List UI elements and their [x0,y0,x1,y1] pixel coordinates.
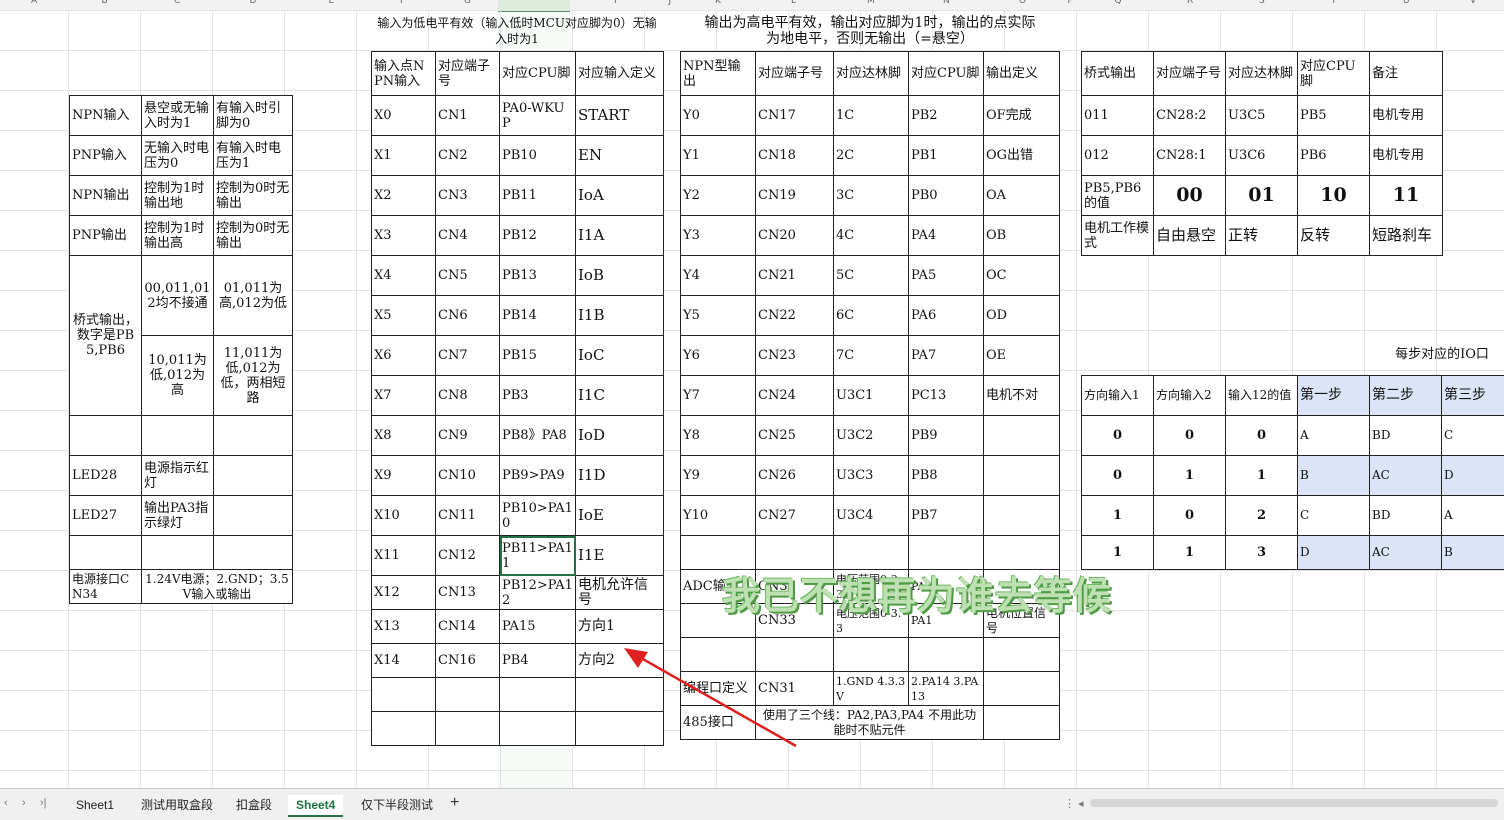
add-sheet-icon[interactable]: + [450,794,459,812]
last-sheet-icon[interactable]: ›| [40,797,47,809]
scroll-left-icon[interactable]: ⋮ [1064,797,1075,810]
arrow-head [624,648,648,668]
sheet-tab[interactable]: Sheet1 [68,795,122,815]
prev-sheet-icon[interactable]: › [22,797,26,809]
sheet-tab[interactable]: 测试用取盒段 [133,795,221,815]
sheet-tab[interactable]: 扣盒段 [228,795,280,815]
sheet-tab-bar: ‹ › ›| Sheet1 测试用取盒段 扣盒段 Sheet4 仅下半段测试 +… [0,788,1504,820]
sheet-tab[interactable]: 仅下半段测试 [353,795,441,815]
arrow-shaft [634,654,796,746]
first-sheet-icon[interactable]: ‹ [4,797,8,809]
annotation-arrow [0,0,1504,819]
scroll-left-arrow-icon[interactable]: ◂ [1078,797,1084,810]
horizontal-scrollbar[interactable] [1090,799,1498,807]
sheet-tab-active[interactable]: Sheet4 [288,795,343,817]
